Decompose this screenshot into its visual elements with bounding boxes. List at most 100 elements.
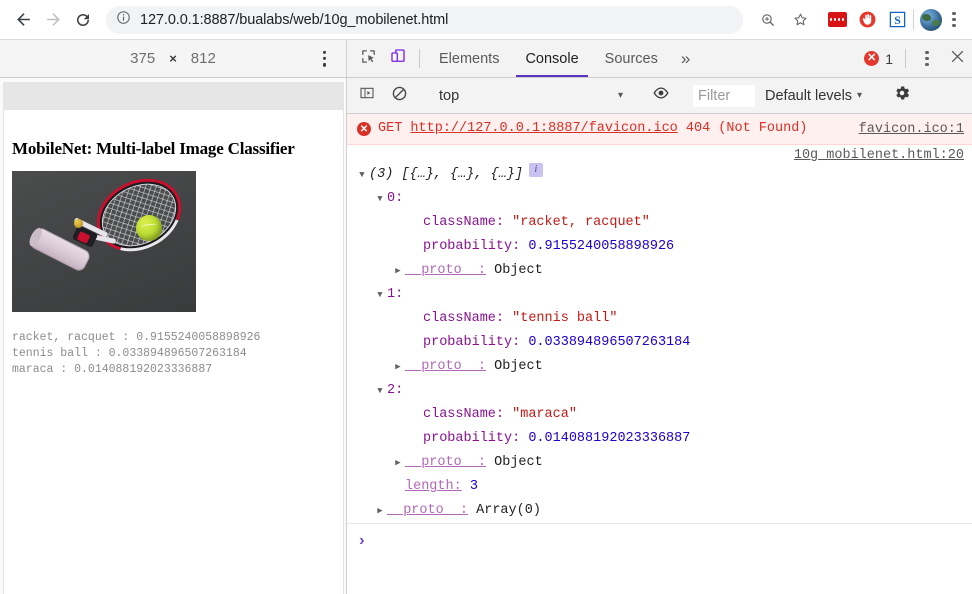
vibration-dampener xyxy=(74,219,83,228)
execution-context-select[interactable]: top ▾ xyxy=(431,88,629,104)
devtools-tabbar: Elements Console Sources » ✕ 1 xyxy=(347,40,972,78)
triangle-expanded-icon[interactable] xyxy=(373,379,387,403)
viewport-wrapper: MobileNet: Multi-label Image Classifier xyxy=(0,78,346,594)
back-arrow-icon xyxy=(14,10,33,29)
tree-property-row: probability: 0.033894896507263184 xyxy=(355,331,964,355)
clear-console-button[interactable] xyxy=(384,85,414,107)
tree-root-proto-row[interactable]: __proto__: Array(0) xyxy=(355,499,964,523)
address-bar[interactable]: 127.0.0.1:8887/bualabs/web/10g_mobilenet… xyxy=(106,5,743,34)
close-devtools-button[interactable] xyxy=(942,40,972,77)
console-log-message: 10g_mobilenet.html:20 (3) [{…}, {…}, {…}… xyxy=(347,145,972,523)
emulated-page-pane: 375 × 812 MobileNet: Multi-label Image C… xyxy=(0,40,347,594)
s-extension-icon[interactable]: S xyxy=(887,10,907,30)
triangle-expanded-icon[interactable] xyxy=(373,283,387,307)
tab-sources[interactable]: Sources xyxy=(592,40,671,77)
device-toolbar-toggle-icon xyxy=(389,47,407,70)
browser-window: 127.0.0.1:8887/bualabs/web/10g_mobilenet… xyxy=(0,0,972,594)
console-filter-input[interactable]: Filter xyxy=(693,84,755,107)
property-value: "racket, racquet" xyxy=(512,215,650,230)
triangle-expanded-icon[interactable] xyxy=(373,187,387,211)
property-key: className: xyxy=(423,407,505,422)
device-viewport: MobileNet: Multi-label Image Classifier xyxy=(3,82,344,594)
prediction-line: maraca : 0.014088192023336887 xyxy=(12,363,213,376)
tree-property-row: className: "maraca" xyxy=(355,403,964,427)
tabbar-spacer xyxy=(700,40,858,77)
devtools-panel: Elements Console Sources » ✕ 1 top ▾ Fil… xyxy=(347,40,972,594)
device-height-input[interactable]: 812 xyxy=(191,50,216,67)
prediction-line: tennis ball : 0.033894896507263184 xyxy=(12,347,247,360)
triangle-collapsed-icon[interactable] xyxy=(373,499,387,523)
tab-console[interactable]: Console xyxy=(512,40,591,77)
console-prompt[interactable]: › xyxy=(347,523,972,558)
chevron-down-icon: ▾ xyxy=(617,90,623,101)
error-status: 404 xyxy=(685,121,711,136)
error-count-label: 1 xyxy=(885,50,893,67)
proto-key: __proto__: xyxy=(405,263,487,278)
property-key: probability: xyxy=(423,239,521,254)
array-header-label: (3) [{…}, {…}, {…}] xyxy=(369,167,523,182)
tree-proto-row[interactable]: __proto__: Object xyxy=(355,451,964,475)
proto-value: Array(0) xyxy=(476,503,541,518)
tree-proto-row[interactable]: __proto__: Object xyxy=(355,355,964,379)
error-status-text: (Not Found) xyxy=(718,121,808,136)
error-badge-icon: ✕ xyxy=(864,51,880,66)
forward-button[interactable] xyxy=(38,5,68,35)
triangle-collapsed-icon[interactable] xyxy=(391,355,405,379)
tree-index-row[interactable]: 2: xyxy=(355,379,964,403)
back-button[interactable] xyxy=(8,5,38,35)
tree-index-row[interactable]: 1: xyxy=(355,283,964,307)
tab-elements[interactable]: Elements xyxy=(426,40,512,77)
tree-index-row[interactable]: 0: xyxy=(355,187,964,211)
triangle-expanded-icon[interactable] xyxy=(355,163,369,187)
device-width-input[interactable]: 375 xyxy=(130,50,155,67)
console-sidebar-button[interactable] xyxy=(352,85,382,106)
error-url-link[interactable]: http://127.0.0.1:8887/favicon.ico xyxy=(410,121,677,136)
array-index-label: 0: xyxy=(387,191,404,206)
inspect-element-button[interactable] xyxy=(353,40,383,77)
zoom-button[interactable] xyxy=(753,5,783,35)
adblock-icon[interactable] xyxy=(857,10,877,30)
console-settings-button[interactable] xyxy=(887,84,917,107)
tennis-racket-and-ball-photo xyxy=(12,171,196,312)
property-key: className: xyxy=(423,215,505,230)
device-toolbar-toggle-button[interactable] xyxy=(383,40,413,77)
device-menu-icon[interactable] xyxy=(322,50,326,67)
star-icon xyxy=(792,11,809,28)
info-circle-icon[interactable] xyxy=(116,10,131,30)
error-source-link[interactable]: favicon.ico:1 xyxy=(859,122,964,137)
log-levels-select[interactable]: Default levels ▾ xyxy=(757,88,870,104)
forward-arrow-icon xyxy=(44,10,63,29)
info-icon[interactable]: i xyxy=(528,163,543,177)
settings-gear-icon xyxy=(893,84,911,107)
error-circle-icon: ✕ xyxy=(357,122,371,136)
property-value: "maraca" xyxy=(512,407,577,422)
triangle-collapsed-icon[interactable] xyxy=(391,259,405,283)
page-title: MobileNet: Multi-label Image Classifier xyxy=(12,139,295,158)
proto-value: Object xyxy=(494,359,543,374)
array-header-row[interactable]: (3) [{…}, {…}, {…}] i xyxy=(355,163,964,187)
triangle-collapsed-icon[interactable] xyxy=(391,451,405,475)
live-expression-button[interactable] xyxy=(646,84,676,107)
devtools-menu-button[interactable] xyxy=(912,40,942,77)
badge-divider xyxy=(905,49,906,68)
log-levels-label: Default levels xyxy=(765,87,853,104)
main-split: 375 × 812 MobileNet: Multi-label Image C… xyxy=(0,40,972,594)
device-emulation-toolbar: 375 × 812 xyxy=(0,40,346,78)
property-value: 0.033894896507263184 xyxy=(528,335,691,350)
prediction-line: racket, racquet : 0.9155240058898926 xyxy=(12,331,261,344)
error-count-badge[interactable]: ✕ 1 xyxy=(858,40,899,77)
property-key: probability: xyxy=(423,335,521,350)
execution-context-label: top xyxy=(439,87,460,104)
inspect-element-icon xyxy=(360,48,377,70)
more-tabs-button[interactable]: » xyxy=(671,40,700,77)
extension-dots-icon[interactable] xyxy=(827,10,847,30)
browser-menu-icon[interactable] xyxy=(944,9,964,31)
log-source-link[interactable]: 10g_mobilenet.html:20 xyxy=(794,148,964,163)
close-icon xyxy=(949,48,966,70)
bookmark-button[interactable] xyxy=(785,5,815,35)
tree-proto-row[interactable]: __proto__: Object xyxy=(355,259,964,283)
url-text: 127.0.0.1:8887/bualabs/web/10g_mobilenet… xyxy=(140,11,449,28)
console-toolbar: top ▾ Filter Default levels ▾ xyxy=(347,78,972,114)
profile-avatar[interactable] xyxy=(920,8,942,31)
reload-button[interactable] xyxy=(68,5,98,35)
